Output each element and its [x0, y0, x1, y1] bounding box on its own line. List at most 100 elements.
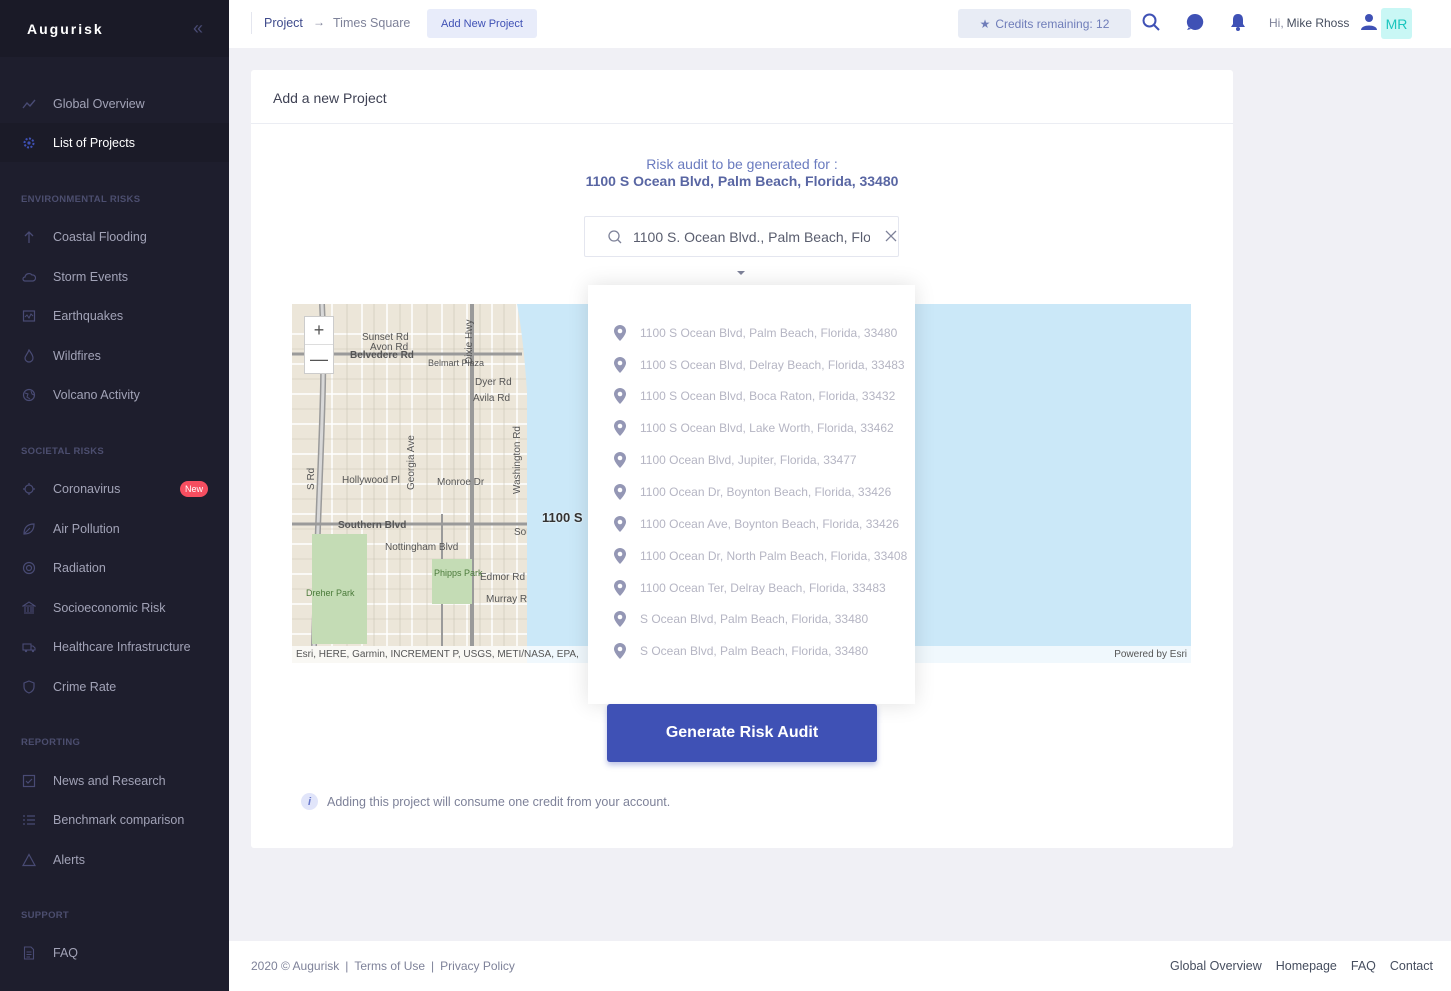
footer-privacy-link[interactable]: Privacy Policy: [440, 959, 515, 973]
sidebar-item-coronavirus[interactable]: Coronavirus New: [0, 469, 229, 508]
section-title-societal: SOCIETAL RISKS: [21, 446, 105, 457]
sidebar-item-crime-rate[interactable]: Crime Rate: [0, 667, 229, 706]
suggestion-text: 1100 Ocean Blvd, Jupiter, Florida, 33477: [640, 453, 857, 467]
seismic-icon: [22, 309, 36, 323]
map-label-monroe-dr: Monroe Dr: [437, 477, 485, 488]
chat-icon[interactable]: [1185, 12, 1205, 32]
sidebar-item-wildfires[interactable]: Wildfires: [0, 336, 229, 375]
generate-risk-audit-button[interactable]: Generate Risk Audit: [607, 704, 877, 762]
sidebar-item-alerts[interactable]: Alerts: [0, 840, 229, 879]
card-title: Add a new Project: [273, 90, 387, 106]
map-powered-by[interactable]: Powered by Esri: [1114, 646, 1187, 663]
breadcrumb-project-link[interactable]: Project: [264, 16, 303, 30]
sidebar-item-label: Wildfires: [53, 348, 101, 363]
sidebar-item-storm-events[interactable]: Storm Events: [0, 257, 229, 296]
map-pin-icon: [614, 420, 626, 436]
sidebar-item-news-and-research[interactable]: News and Research: [0, 761, 229, 800]
suggestion-text: 1100 S Ocean Blvd, Boca Raton, Florida, …: [640, 389, 896, 403]
avatar[interactable]: MR: [1381, 8, 1412, 39]
section-title-reporting: REPORTING: [21, 737, 81, 748]
suggestion-item[interactable]: 1100 Ocean Ter, Delray Beach, Florida, 3…: [612, 578, 912, 598]
new-badge: New: [180, 480, 209, 497]
suggestion-text: 1100 Ocean Ter, Delray Beach, Florida, 3…: [640, 581, 886, 595]
map-pin-icon: [614, 643, 626, 659]
sidebar-item-label: Coronavirus: [53, 481, 121, 496]
suggestion-text: 1100 S Ocean Blvd, Palm Beach, Florida, …: [640, 326, 898, 340]
section-title-environmental: ENVIRONMENTAL RISKS: [21, 194, 141, 205]
sidebar-item-label: Socioeconomic Risk: [53, 600, 166, 615]
zoom-in-button[interactable]: +: [305, 317, 333, 345]
map-pin-icon: [614, 548, 626, 564]
sidebar-item-volcano-activity[interactable]: Volcano Activity: [0, 375, 229, 414]
star-icon: ★: [979, 16, 991, 31]
close-icon[interactable]: [883, 228, 899, 244]
sidebar-item-air-pollution[interactable]: Air Pollution: [0, 509, 229, 548]
address-search-input[interactable]: [633, 225, 870, 249]
sidebar-item-socioeconomic-risk[interactable]: Socioeconomic Risk: [0, 588, 229, 627]
map-label-edmor-rd: Edmor Rd: [480, 572, 526, 583]
sidebar-item-label: Benchmark comparison: [53, 812, 185, 827]
footer-link-homepage[interactable]: Homepage: [1276, 959, 1337, 973]
sidebar-item-label: Global Overview: [53, 96, 145, 111]
suggestion-item[interactable]: 1100 Ocean Dr, North Palm Beach, Florida…: [612, 546, 912, 566]
suggestion-item[interactable]: 1100 Ocean Dr, Boynton Beach, Florida, 3…: [612, 482, 912, 502]
top-header: Project → Times Square Add New Project ★…: [229, 0, 1451, 48]
suggestion-item[interactable]: 1100 Ocean Blvd, Jupiter, Florida, 33477: [612, 450, 912, 470]
sidebar-item-global-overview[interactable]: Global Overview: [0, 84, 229, 123]
credit-info: i Adding this project will consume one c…: [301, 793, 670, 810]
map-label-s-rd: S Rd: [306, 467, 317, 490]
sidebar-item-faq[interactable]: FAQ: [0, 933, 229, 972]
suggestion-item[interactable]: S Ocean Blvd, Palm Beach, Florida, 33480: [612, 609, 912, 629]
sidebar-item-coastal-flooding[interactable]: Coastal Flooding: [0, 217, 229, 256]
search-icon[interactable]: [1141, 12, 1161, 32]
sidebar-item-earthquakes[interactable]: Earthquakes: [0, 296, 229, 335]
chart-line-icon: [22, 97, 36, 111]
breadcrumb-current[interactable]: Times Square: [333, 16, 410, 30]
user-icon[interactable]: [1359, 12, 1379, 32]
brand-logo: Augurisk: [27, 20, 104, 37]
sidebar-item-radiation[interactable]: Radiation: [0, 548, 229, 587]
sidebar-item-list-of-projects[interactable]: List of Projects: [0, 123, 229, 162]
audit-address: 1100 S Ocean Blvd, Palm Beach, Florida, …: [585, 173, 899, 189]
credit-info-text: Adding this project will consume one cre…: [327, 794, 671, 809]
footer-link-contact[interactable]: Contact: [1390, 959, 1433, 973]
add-new-project-button[interactable]: Add New Project: [427, 9, 537, 38]
collapse-sidebar-icon[interactable]: «: [193, 18, 203, 39]
bell-icon[interactable]: [1228, 12, 1248, 32]
map-label-southern-blvd: Southern Blvd: [338, 520, 407, 531]
zoom-out-button[interactable]: —: [305, 345, 333, 373]
map-label-dixie-hwy: Dixie Hwy: [464, 319, 475, 364]
virus-icon: [22, 482, 36, 496]
suggestion-text: 1100 Ocean Dr, Boynton Beach, Florida, 3…: [640, 485, 892, 499]
sidebar-item-benchmark-comparison[interactable]: Benchmark comparison: [0, 800, 229, 839]
sidebar-item-label: Alerts: [53, 852, 85, 867]
section-title-support: SUPPORT: [21, 910, 70, 921]
map-label-georgia-ave: Georgia Ave: [406, 435, 417, 490]
suggestion-text: 1100 S Ocean Blvd, Delray Beach, Florida…: [640, 358, 905, 372]
credits-badge[interactable]: ★ Credits remaining: 12: [958, 9, 1131, 38]
footer-link-faq[interactable]: FAQ: [1351, 959, 1376, 973]
suggestion-item[interactable]: 1100 S Ocean Blvd, Delray Beach, Florida…: [612, 355, 912, 375]
sidebar-item-healthcare-infrastructure[interactable]: Healthcare Infrastructure: [0, 627, 229, 666]
footer-separator: |: [431, 959, 435, 973]
sidebar-item-label: Coastal Flooding: [53, 229, 147, 244]
map-location-label: 1100 S: [542, 510, 583, 525]
greeting-label: Hi,: [1269, 16, 1284, 30]
audit-label: Risk audit to be generated for :: [646, 156, 838, 172]
map-label-belmart-plaza: Belmart Plaza: [428, 358, 485, 368]
leaf-icon: [22, 522, 36, 536]
suggestion-item[interactable]: 1100 S Ocean Blvd, Boca Raton, Florida, …: [612, 386, 912, 406]
user-greeting[interactable]: Hi, Mike Rhoss: [1269, 16, 1349, 30]
footer-terms-link[interactable]: Terms of Use: [354, 959, 425, 973]
map-pin-icon: [614, 388, 626, 404]
breadcrumb-divider: [251, 12, 252, 34]
footer-link-global-overview[interactable]: Global Overview: [1170, 959, 1262, 973]
gear-icon: [22, 136, 36, 150]
brand-bar: Augurisk «: [0, 0, 229, 57]
chevron-down-icon: [737, 271, 745, 275]
suggestion-item[interactable]: 1100 S Ocean Blvd, Palm Beach, Florida, …: [612, 323, 912, 343]
suggestion-item[interactable]: 1100 S Ocean Blvd, Lake Worth, Florida, …: [612, 418, 912, 438]
shield-icon: [22, 679, 36, 694]
suggestion-item[interactable]: S Ocean Blvd, Palm Beach, Florida, 33480: [612, 641, 912, 661]
suggestion-item[interactable]: 1100 Ocean Ave, Boynton Beach, Florida, …: [612, 514, 912, 534]
